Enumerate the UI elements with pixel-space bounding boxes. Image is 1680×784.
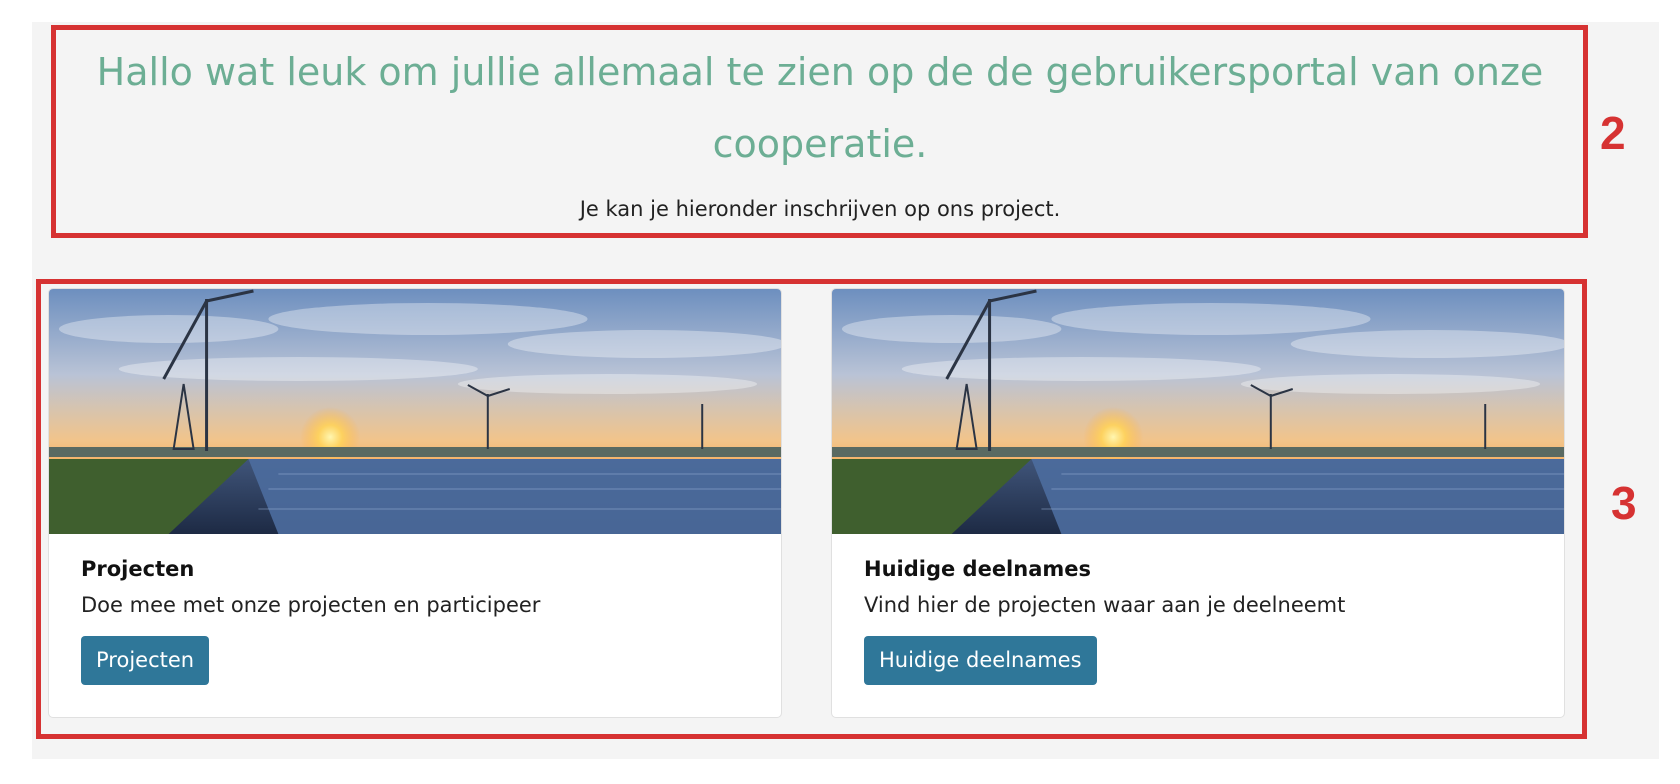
annotation-box-2	[51, 25, 1588, 238]
annotation-label-3: 3	[1611, 477, 1637, 529]
annotation-label-2: 2	[1600, 107, 1626, 159]
annotation-box-3	[36, 279, 1587, 739]
